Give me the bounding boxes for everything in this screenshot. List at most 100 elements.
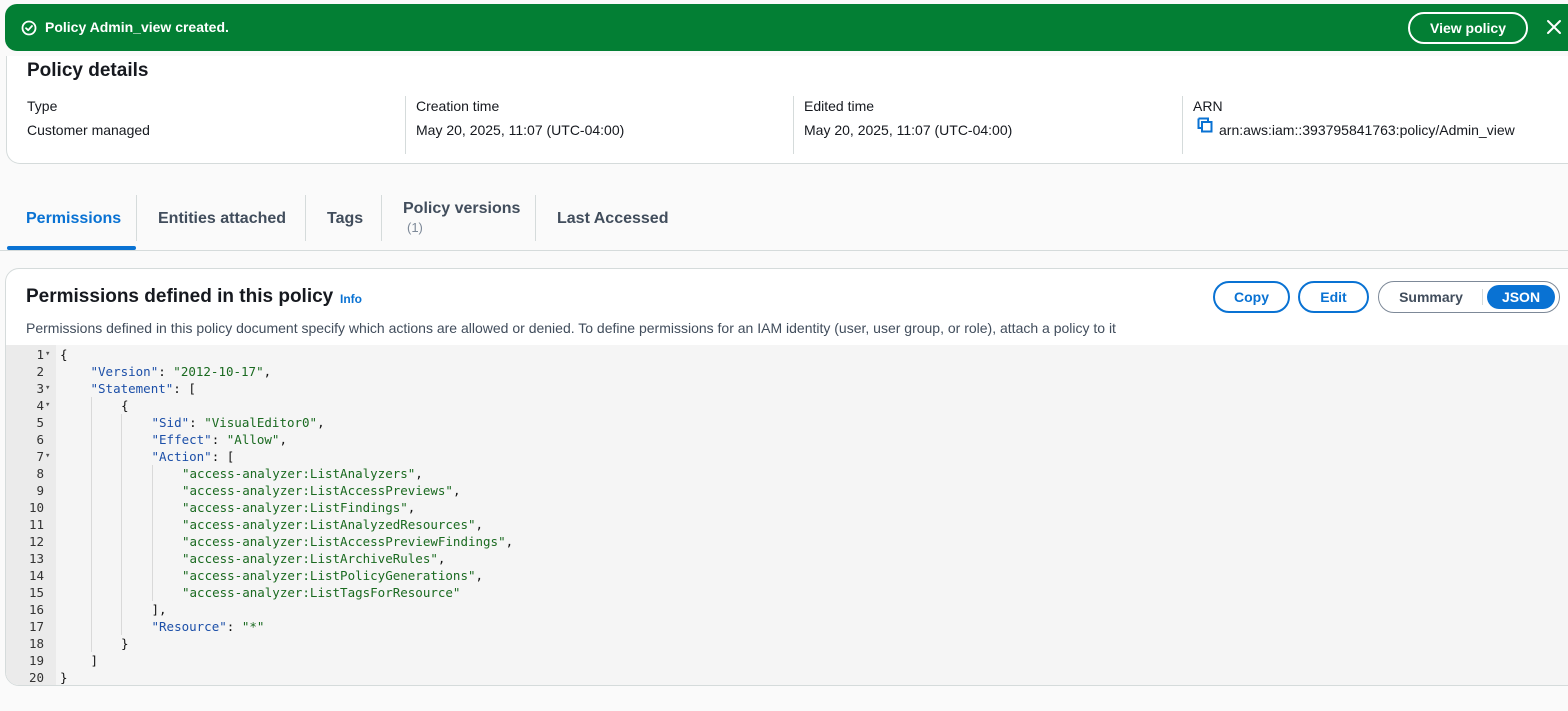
tab-policy-versions[interactable]: Policy versions (1)	[382, 193, 535, 249]
line-number: 14	[28, 568, 44, 583]
code-text: "access-analyzer:ListArchiveRules",	[182, 551, 446, 566]
summary-toggle[interactable]: Summary	[1381, 285, 1481, 309]
indent-guide	[121, 533, 122, 550]
line-number: 9	[36, 483, 44, 498]
creation-time-value: May 20, 2025, 11:07 (UTC-04:00)	[416, 122, 625, 138]
line-number: 6	[36, 432, 44, 447]
json-toggle[interactable]: JSON	[1487, 285, 1555, 309]
indent-guide	[151, 533, 153, 550]
code-text: "Version": "2012-10-17",	[90, 364, 272, 379]
line-number: 17	[28, 619, 44, 634]
indent-guide	[121, 601, 122, 618]
edit-button[interactable]: Edit	[1298, 281, 1369, 313]
line-number: 12	[28, 534, 44, 549]
policy-tabs: Permissions Entities attached Tags Polic…	[0, 193, 1568, 251]
code-text: "access-analyzer:ListAnalyzers",	[182, 466, 423, 481]
creation-time-field: Creation time May 20, 2025, 11:07 (UTC-0…	[405, 96, 794, 154]
indent-guide	[90, 431, 92, 448]
code-text: {	[60, 347, 68, 362]
code-text: "access-analyzer:ListFindings",	[182, 500, 416, 515]
view-mode-toggle: Summary JSON	[1378, 281, 1560, 313]
copy-icon[interactable]	[1197, 117, 1213, 133]
fold-toggle-icon[interactable]: ▾	[45, 397, 50, 414]
indent-guide	[90, 397, 92, 414]
permissions-panel: Permissions defined in this policy Info …	[5, 268, 1568, 686]
indent-guide	[90, 567, 92, 584]
tabs-baseline	[0, 250, 1568, 251]
line-number: 8	[36, 466, 44, 481]
policy-details-title: Policy details	[27, 60, 149, 81]
json-code-editor[interactable]: 1 ▾{2 "Version": "2012-10-17", 3 ▾ "Statement…	[6, 345, 1568, 685]
code-text: "Resource": "*"	[151, 619, 265, 634]
indent-guide	[151, 567, 153, 584]
line-number: 15	[28, 585, 44, 600]
flash-message: Policy Admin_view created.	[45, 19, 229, 35]
indent-guide	[121, 516, 122, 533]
indent-guide	[121, 414, 122, 431]
line-number: 4	[36, 398, 44, 413]
tab-last-accessed[interactable]: Last Accessed	[536, 193, 686, 249]
line-number: 20	[28, 670, 44, 685]
tab-versions-count: (1)	[407, 220, 423, 235]
indent-guide	[90, 414, 92, 431]
indent-guide	[90, 550, 92, 567]
code-text: "access-analyzer:ListPolicyGenerations",	[182, 568, 484, 583]
edited-time-label: Edited time	[804, 98, 875, 114]
tab-last-accessed-label: Last Accessed	[557, 210, 669, 227]
line-number: 3	[36, 381, 44, 396]
tab-tags-label: Tags	[327, 210, 364, 227]
indent-guide	[90, 465, 92, 482]
permissions-title: Permissions defined in this policy	[26, 286, 334, 307]
fold-toggle-icon[interactable]: ▾	[45, 448, 50, 465]
tab-permissions[interactable]: Permissions	[7, 193, 136, 250]
indent-guide	[90, 601, 92, 618]
indent-guide	[90, 482, 92, 499]
line-number: 11	[28, 517, 44, 532]
fold-toggle-icon[interactable]: ▾	[45, 346, 50, 363]
line-number: 1	[36, 347, 44, 362]
code-text: "Statement": [	[90, 381, 196, 396]
line-number: 7	[36, 449, 44, 464]
indent-guide	[121, 499, 122, 516]
indent-guide	[121, 465, 122, 482]
line-number: 18	[28, 636, 44, 651]
arn-value: arn:aws:iam::393795841763:policy/Admin_v…	[1219, 122, 1515, 138]
code-text: {	[121, 398, 129, 413]
tab-entities-attached[interactable]: Entities attached	[137, 193, 305, 249]
code-text: "access-analyzer:ListAnalyzedResources",	[182, 517, 484, 532]
type-field: Type Customer managed	[27, 96, 407, 154]
indent-guide	[151, 550, 153, 567]
code-text: "access-analyzer:ListTagsForResource"	[182, 585, 461, 600]
indent-guide	[151, 516, 153, 533]
tab-tags[interactable]: Tags	[306, 193, 381, 249]
line-number: 2	[36, 364, 44, 379]
tab-permissions-label: Permissions	[26, 210, 122, 227]
info-link[interactable]: Info	[340, 292, 362, 306]
code-text: "Action": [	[151, 449, 235, 464]
indent-guide	[151, 584, 153, 601]
code-text: "Sid": "VisualEditor0",	[151, 415, 325, 430]
success-check-icon	[21, 20, 37, 36]
line-number: 10	[28, 500, 44, 515]
close-icon[interactable]	[1546, 19, 1562, 35]
success-flash-banner: Policy Admin_view created. View policy	[5, 4, 1568, 51]
view-policy-button[interactable]: View policy	[1408, 12, 1528, 44]
indent-guide	[90, 618, 92, 635]
indent-guide	[90, 635, 92, 652]
creation-time-label: Creation time	[416, 98, 500, 114]
code-text: }	[121, 636, 129, 651]
indent-guide	[121, 550, 122, 567]
indent-guide	[121, 482, 122, 499]
edited-time-field: Edited time May 20, 2025, 11:07 (UTC-04:…	[793, 96, 1182, 154]
indent-guide	[121, 448, 122, 465]
indent-guide	[90, 533, 92, 550]
copy-button[interactable]: Copy	[1213, 281, 1290, 313]
toggle-divider	[1482, 289, 1483, 305]
indent-guide	[121, 431, 122, 448]
indent-guide	[121, 584, 122, 601]
code-text: "Effect": "Allow",	[151, 432, 288, 447]
fold-toggle-icon[interactable]: ▾	[45, 380, 50, 397]
permissions-description: Permissions defined in this policy docum…	[26, 320, 1116, 336]
indent-guide	[90, 448, 92, 465]
edited-time-value: May 20, 2025, 11:07 (UTC-04:00)	[804, 122, 1013, 138]
